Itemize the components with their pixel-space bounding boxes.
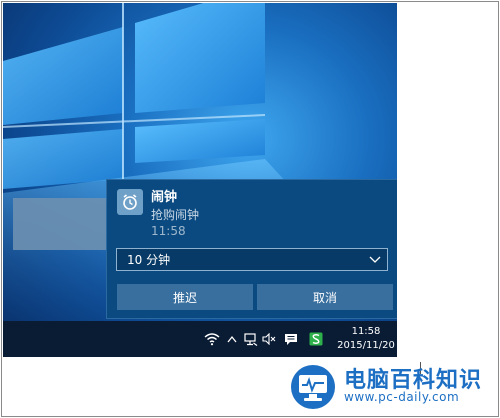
snooze-duration-value: 10 分钟 xyxy=(127,253,171,267)
blurred-window xyxy=(13,198,113,250)
volume-mute-icon[interactable] xyxy=(261,321,277,357)
clock-time: 11:58 xyxy=(351,326,381,337)
snooze-button[interactable]: 推迟 xyxy=(117,284,253,310)
snooze-duration-select[interactable]: 10 分钟 xyxy=(116,248,388,271)
dismiss-button[interactable]: 取消 xyxy=(257,284,393,310)
alarm-clock-icon xyxy=(117,189,143,215)
monitor-logo-icon xyxy=(291,365,335,409)
watermark-url: www.pc-daily.com xyxy=(344,390,460,404)
clock-date: 2015/11/20 xyxy=(337,340,395,351)
chevron-down-icon xyxy=(369,256,381,263)
taskbar: 11:58 2015/11/20 xyxy=(3,321,397,357)
notification-time: 11:58 xyxy=(151,224,186,238)
network-icon[interactable] xyxy=(243,321,259,357)
alarm-notification: 闹钟 抢购闹钟 11:58 10 分钟 推迟 取消 xyxy=(106,179,397,319)
app-s-icon[interactable] xyxy=(308,321,324,357)
taskbar-clock[interactable]: 11:58 2015/11/20 xyxy=(335,325,397,353)
notification-app-name: 闹钟 xyxy=(151,190,178,205)
wifi-icon[interactable] xyxy=(203,321,221,357)
site-watermark: 电脑百科知识 www.pc-daily.com xyxy=(284,360,496,414)
notification-message: 抢购闹钟 xyxy=(151,208,200,222)
action-center-icon[interactable] xyxy=(283,321,299,357)
desktop: 闹钟 抢购闹钟 11:58 10 分钟 推迟 取消 11:58 2015/11/… xyxy=(3,3,397,357)
chevron-up-icon[interactable] xyxy=(225,321,239,357)
